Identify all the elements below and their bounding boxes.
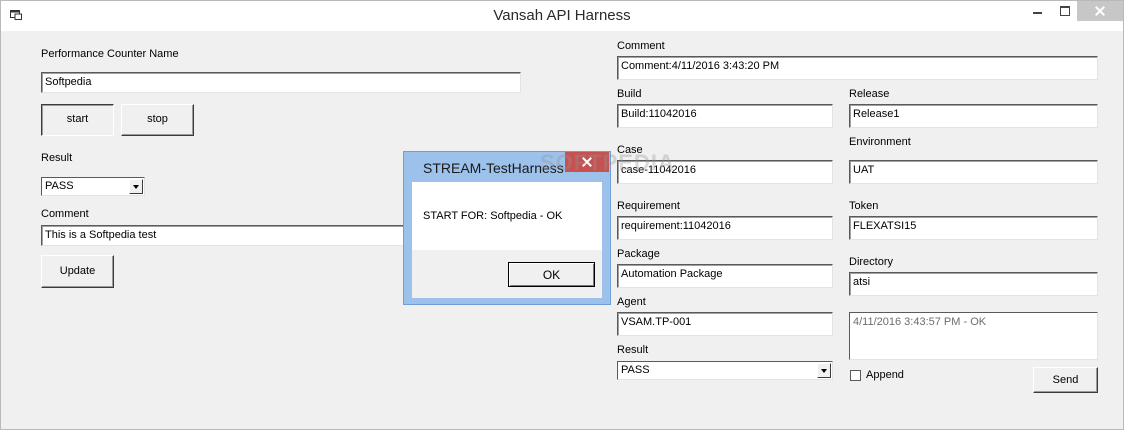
minimize-button[interactable] <box>1023 1 1051 21</box>
log-output[interactable]: 4/11/2016 3:43:57 PM - OK <box>849 312 1098 360</box>
token-label: Token <box>849 200 879 212</box>
comment-input[interactable]: This is a Softpedia test <box>41 225 409 246</box>
release-label: Release <box>849 88 890 100</box>
dialog-message-area: START FOR: Softpedia - OK <box>412 182 602 250</box>
package-label: Package <box>617 248 660 260</box>
right-comment-label: Comment <box>617 40 665 52</box>
right-comment-input[interactable]: Comment:4/11/2016 3:43:20 PM <box>617 56 1098 80</box>
release-input[interactable]: Release1 <box>849 104 1098 128</box>
send-button-label: Send <box>1052 374 1079 386</box>
update-button[interactable]: Update <box>41 255 114 288</box>
directory-input[interactable]: atsi <box>849 272 1098 296</box>
start-button[interactable]: start <box>41 104 114 136</box>
append-checkbox[interactable] <box>850 370 861 381</box>
agent-input[interactable]: VSAM.TP-001 <box>617 312 833 336</box>
directory-label: Directory <box>849 256 894 268</box>
start-button-label: start <box>66 113 89 125</box>
build-input[interactable]: Build:11042016 <box>617 104 833 128</box>
right-result-label: Result <box>617 344 649 356</box>
window-title: Vansah API Harness <box>493 7 631 24</box>
maximize-button[interactable] <box>1051 1 1079 21</box>
token-input[interactable]: FLEXATSI15 <box>849 216 1098 240</box>
chevron-down-icon[interactable] <box>129 179 143 194</box>
close-button[interactable] <box>1077 1 1123 21</box>
build-label: Build <box>617 88 642 100</box>
right-result-select-value: PASS <box>621 364 650 376</box>
stop-button[interactable]: stop <box>121 104 194 136</box>
perf-counter-input[interactable]: Softpedia <box>41 72 521 93</box>
agent-label: Agent <box>617 296 646 308</box>
result-label: Result <box>41 152 73 164</box>
requirement-label: Requirement <box>617 200 680 212</box>
package-input[interactable]: Automation Package <box>617 264 833 288</box>
environment-label: Environment <box>849 136 911 148</box>
result-select[interactable]: PASS <box>41 177 145 196</box>
update-button-label: Update <box>59 265 96 277</box>
ok-button-label: OK <box>542 268 561 282</box>
append-label: Append <box>866 369 904 381</box>
comment-label: Comment <box>41 208 89 220</box>
watermark-logo: SOFTPEDIA <box>540 150 675 175</box>
environment-input[interactable]: UAT <box>849 160 1098 184</box>
title-bar[interactable]: Vansah API Harness <box>1 1 1123 31</box>
right-result-select[interactable]: PASS <box>617 361 833 380</box>
result-select-value: PASS <box>45 180 74 192</box>
requirement-input[interactable]: requirement:11042016 <box>617 216 833 240</box>
dialog-body: START FOR: Softpedia - OK OK <box>412 182 602 298</box>
send-button[interactable]: Send <box>1033 367 1098 393</box>
perf-counter-label: Performance Counter Name <box>41 48 179 60</box>
stop-button-label: stop <box>147 113 168 125</box>
dialog-message: START FOR: Softpedia - OK <box>423 210 563 222</box>
chevron-down-icon[interactable] <box>817 363 831 378</box>
ok-button[interactable]: OK <box>508 262 595 287</box>
